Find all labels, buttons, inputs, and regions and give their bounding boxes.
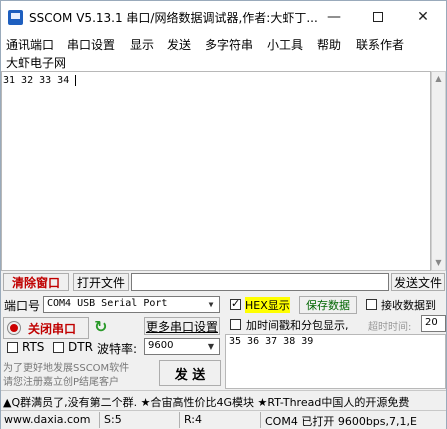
text-cursor [75,75,83,86]
ticker-bar[interactable]: ▲Q群满员了,没有第二个群. ★合宙高性价比4G模块 ★RT-Thread中国人… [1,390,446,410]
port-label: 端口号 [4,299,41,313]
menu-serial-settings[interactable]: 串口设置 [67,36,115,53]
hex-display-label: HEX显示 [245,297,290,313]
close-window-button[interactable]: ✕ [408,5,438,29]
port-select[interactable]: COM4 USB Serial Port ▼ [43,296,220,313]
close-icon: ✕ [417,9,429,25]
menu-multi-string[interactable]: 多字符串 [205,36,253,53]
recv-to-file-checkbox[interactable] [366,299,377,310]
baud-label: 波特率: [97,342,138,356]
receive-scrollbar[interactable]: ▲ ▼ [431,71,446,271]
app-icon [8,10,23,25]
status-port-state: COM4 已打开 9600bps,7,1,E [265,415,417,428]
dtr-label: DTR [68,340,93,354]
rts-checkbox[interactable] [7,342,18,353]
save-data-button[interactable]: 保存数据 [299,296,357,314]
receive-area[interactable]: 31 32 33 34 [1,71,431,271]
promo-line-1: 为了更好地发展SSCOM软件 [3,363,130,374]
recv-to-file-label: 接收数据到 [381,299,436,312]
close-port-button[interactable]: 关闭串口 [3,317,89,339]
more-serial-settings-button[interactable]: 更多串口设置 [144,317,220,335]
send-button[interactable]: 发 送 [159,360,221,386]
file-path-field[interactable] [131,273,389,291]
refresh-icon[interactable]: ↻ [94,318,110,336]
menu-contact-author[interactable]: 联系作者 [356,36,404,53]
chevron-down-icon: ▼ [207,342,215,351]
menu-help[interactable]: 帮助 [317,36,341,53]
timeout-label: 超时时间: [368,322,412,333]
minimize-icon: — [327,9,341,25]
status-divider [179,412,180,428]
window-title: SSCOM V5.13.1 串口/网络数据调试器,作者:大虾丁... [29,11,318,25]
scroll-up-icon[interactable]: ▲ [432,72,445,86]
dtr-checkbox[interactable] [53,342,64,353]
title-bar: SSCOM V5.13.1 串口/网络数据调试器,作者:大虾丁... — ✕ [1,1,446,33]
baud-select[interactable]: 9600 ▼ [144,338,220,355]
open-file-button[interactable]: 打开文件 [73,273,129,291]
menu-bar: 通讯端口 串口设置 显示 发送 多字符串 小工具 帮助 联系作者 大虾电子网 [1,33,446,71]
rts-label: RTS [22,340,45,354]
chevron-down-icon: ▼ [208,300,214,309]
maximize-button[interactable] [363,5,393,29]
menu-comm-port[interactable]: 通讯端口 [6,36,54,53]
status-divider [99,412,100,428]
status-received-count: R:4 [184,413,203,426]
scroll-down-icon[interactable]: ▼ [432,256,445,270]
status-sent-count: S:5 [104,413,122,426]
app-window: SSCOM V5.13.1 串口/网络数据调试器,作者:大虾丁... — ✕ 通… [0,0,447,429]
timestamp-checkbox[interactable] [230,319,241,330]
receive-text: 31 32 33 34 [3,75,76,86]
timestamp-label: 加时间戳和分包显示, [246,319,349,332]
menu-daxia-site[interactable]: 大虾电子网 [6,54,66,71]
send-text-area[interactable]: 35 36 37 38 39 [225,334,446,389]
minimize-button[interactable]: — [319,5,349,29]
maximize-icon [373,12,383,22]
menu-display[interactable]: 显示 [130,36,154,53]
promo-line-2: 请您注册嘉立创P结尾客户 [3,377,120,388]
clear-window-button[interactable]: 清除窗口 [3,273,69,291]
menu-tools[interactable]: 小工具 [267,36,303,53]
status-bar: www.daxia.com S:5 R:4 COM4 已打开 9600bps,7… [1,410,446,429]
menu-send[interactable]: 发送 [167,36,191,53]
send-file-button[interactable]: 发送文件 [391,273,445,291]
port-status-icon [8,322,20,334]
status-website[interactable]: www.daxia.com [4,413,91,426]
timeout-field[interactable]: 20 [421,315,446,332]
hex-display-checkbox[interactable] [230,297,241,310]
status-divider [260,412,261,428]
